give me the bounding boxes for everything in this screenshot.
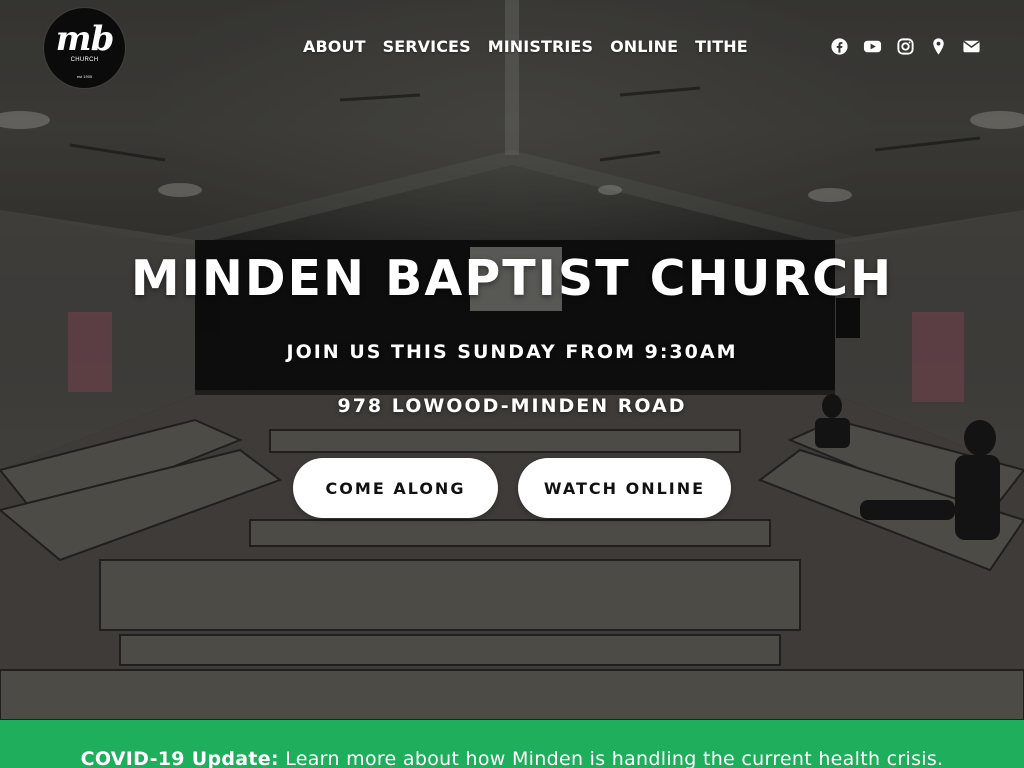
covid-banner-heading: COVID-19 Update:	[80, 748, 279, 768]
youtube-icon[interactable]	[863, 37, 882, 56]
facebook-icon[interactable]	[830, 37, 849, 56]
page: mb CHURCH est 1905 ABOUT SERVICES MINIST…	[0, 0, 1024, 768]
logo-mark: mb	[55, 19, 115, 59]
logo-established: est 1905	[76, 74, 93, 79]
main-nav: ABOUT SERVICES MINISTRIES ONLINE TITHE	[303, 37, 748, 57]
logo-subtitle: CHURCH	[70, 57, 99, 63]
watch-online-button[interactable]: WATCH ONLINE	[518, 458, 731, 518]
covid-banner-line: COVID-19 Update: Learn more about how Mi…	[0, 747, 1024, 768]
social-links	[830, 37, 981, 56]
nav-item-about[interactable]: ABOUT	[303, 37, 366, 57]
page-title: MINDEN BAPTIST CHURCH	[130, 250, 894, 307]
church-address: 978 LOWOOD-MINDEN ROAD	[337, 395, 687, 417]
map-marker-icon[interactable]	[929, 37, 948, 56]
instagram-icon[interactable]	[896, 37, 915, 56]
nav-item-services[interactable]: SERVICES	[383, 37, 471, 57]
envelope-icon[interactable]	[962, 37, 981, 56]
nav-item-online[interactable]: ONLINE	[610, 37, 678, 57]
nav-item-ministries[interactable]: MINISTRIES	[488, 37, 593, 57]
come-along-button[interactable]: COME ALONG	[293, 458, 498, 518]
covid-banner: COVID-19 Update: Learn more about how Mi…	[0, 720, 1024, 768]
nav-item-tithe[interactable]: TITHE	[695, 37, 748, 57]
service-time: JOIN US THIS SUNDAY FROM 9:30AM	[286, 341, 738, 363]
covid-banner-link[interactable]: Learn more about how Minden is handling …	[285, 748, 943, 768]
church-logo[interactable]: mb CHURCH est 1905	[44, 8, 125, 88]
